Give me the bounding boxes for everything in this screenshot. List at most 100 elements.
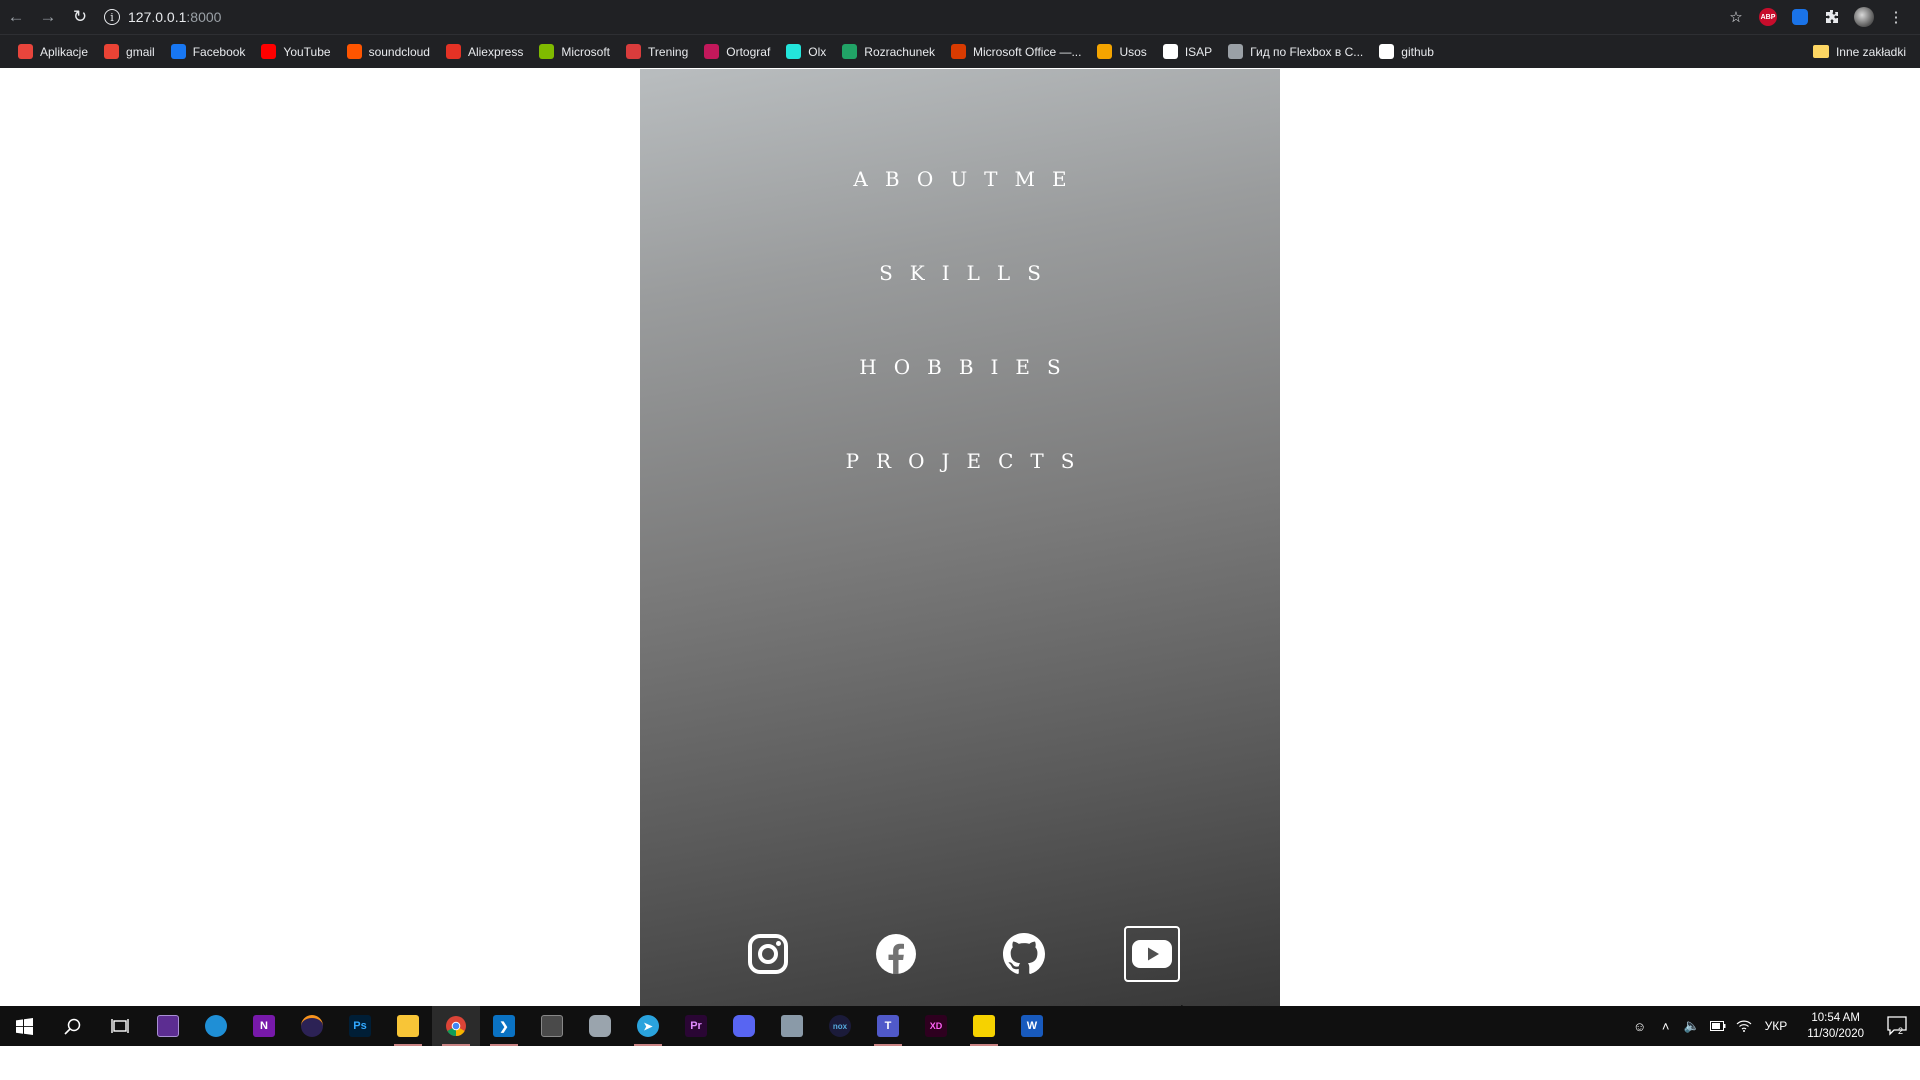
- taskbar-app-photoshop[interactable]: Ps: [336, 1006, 384, 1046]
- menu-item-skills[interactable]: SKILLS: [862, 251, 1058, 345]
- taskbar-app-word[interactable]: W: [1008, 1006, 1056, 1046]
- discord-icon: [733, 1015, 755, 1037]
- bookmark-favicon-icon: [842, 44, 858, 59]
- bookmark-item[interactable]: github: [1371, 38, 1442, 66]
- taskbar-app-vscode[interactable]: ❯: [480, 1006, 528, 1046]
- bookmark-favicon-icon: [104, 44, 120, 59]
- bookmark-star-icon[interactable]: ☆: [1720, 0, 1752, 34]
- menu-item-projects[interactable]: PROJECTS: [829, 439, 1092, 533]
- taskbar-app-file-explorer[interactable]: [384, 1006, 432, 1046]
- bookmark-item[interactable]: Aliexpress: [438, 38, 531, 66]
- site-info-icon[interactable]: i: [104, 9, 120, 25]
- portfolio-panel: ABOUTME SKILLS HOBBIES PROJECTS: [640, 69, 1280, 1006]
- taskbar-app-teams[interactable]: T: [864, 1006, 912, 1046]
- bookmark-item[interactable]: Гид по Flexbox в С...: [1220, 38, 1371, 66]
- taskbar-app-sticky-notes[interactable]: [960, 1006, 1008, 1046]
- database-icon: [589, 1015, 611, 1037]
- instagram-link[interactable]: [740, 926, 796, 982]
- windows-taskbar: N Ps ❯ ➤ Pr nox T XD W ☺ ˄ 🔈 УКР 10:54 A…: [0, 1006, 1920, 1046]
- start-button[interactable]: [0, 1006, 48, 1046]
- telegram-icon: ➤: [637, 1015, 659, 1037]
- profile-avatar[interactable]: [1848, 0, 1880, 34]
- url-host: 127.0.0.1: [128, 9, 187, 25]
- bookmark-item[interactable]: Rozrachunek: [834, 38, 943, 66]
- taskbar-app-snipping[interactable]: [768, 1006, 816, 1046]
- input-language[interactable]: УКР: [1757, 1019, 1796, 1033]
- bookmark-item[interactable]: Microsoft Office —...: [943, 38, 1089, 66]
- chevron-up-icon[interactable]: ˄: [1653, 1019, 1679, 1034]
- bookmark-favicon-icon: [626, 44, 642, 59]
- bookmark-label: Usos: [1119, 44, 1147, 59]
- github-icon: [1003, 933, 1045, 974]
- taskbar-app-edge[interactable]: [192, 1006, 240, 1046]
- github-link[interactable]: [996, 926, 1052, 982]
- chrome-menu-icon[interactable]: ⋮: [1880, 0, 1912, 34]
- bookmark-favicon-icon: [1379, 44, 1395, 59]
- youtube-icon: [1132, 940, 1172, 968]
- menu-item-aboutme[interactable]: ABOUTME: [836, 157, 1083, 251]
- bookmark-label: Trening: [648, 44, 689, 59]
- instagram-icon: [748, 934, 788, 974]
- task-view-button[interactable]: [96, 1006, 144, 1046]
- bookmark-favicon-icon: [18, 44, 33, 59]
- task-view-icon: [111, 1019, 129, 1033]
- menu-item-hobbies[interactable]: HOBBIES: [842, 345, 1077, 439]
- bookmark-item[interactable]: Aplikacje: [10, 38, 96, 66]
- taskbar-app-xd[interactable]: XD: [912, 1006, 960, 1046]
- address-bar[interactable]: i 127.0.0.1:8000: [104, 4, 221, 30]
- bookmark-label: Ortograf: [726, 44, 771, 59]
- reload-button[interactable]: ↻: [64, 0, 96, 34]
- bookmark-item[interactable]: YouTube: [253, 38, 338, 66]
- bookmark-label: Microsoft: [561, 44, 611, 59]
- forward-button[interactable]: →: [32, 0, 64, 34]
- taskbar-app-nox[interactable]: nox: [816, 1006, 864, 1046]
- browser-toolbar: ← → ↻ i 127.0.0.1:8000 ☆ ABP ⋮: [0, 0, 1920, 34]
- blue-extension-icon[interactable]: [1784, 0, 1816, 34]
- other-bookmarks-folder[interactable]: Inne zakładki: [1805, 38, 1920, 66]
- clock[interactable]: 10:54 AM 11/30/2020: [1795, 1010, 1876, 1042]
- bookmark-item[interactable]: Facebook: [163, 38, 254, 66]
- chrome-icon: [446, 1016, 466, 1037]
- battery-icon[interactable]: [1705, 1021, 1731, 1031]
- bookmark-label: Facebook: [192, 44, 246, 59]
- folder-icon: [1812, 45, 1829, 58]
- bookmark-favicon-icon: [170, 44, 186, 59]
- social-links: [640, 924, 1280, 984]
- taskbar-app-telegram[interactable]: ➤: [624, 1006, 672, 1046]
- taskbar-app-chrome[interactable]: [432, 1006, 480, 1046]
- bookmark-item[interactable]: Ortograf: [696, 38, 778, 66]
- action-center-button[interactable]: 2: [1876, 1006, 1920, 1046]
- search-button[interactable]: [48, 1006, 96, 1046]
- bookmark-item[interactable]: ISAP: [1155, 38, 1220, 66]
- visual-studio-icon: [157, 1015, 179, 1037]
- bookmark-item[interactable]: soundcloud: [339, 38, 438, 66]
- eclipse-icon: [301, 1015, 323, 1037]
- back-button[interactable]: ←: [0, 0, 32, 34]
- other-bookmarks-label: Inne zakładki: [1835, 44, 1906, 59]
- bookmark-item[interactable]: Usos: [1089, 38, 1154, 66]
- people-icon[interactable]: ☺: [1627, 1019, 1653, 1034]
- volume-icon[interactable]: 🔈: [1679, 1018, 1705, 1034]
- taskbar-app-discord[interactable]: [720, 1006, 768, 1046]
- bookmark-favicon-icon: [1228, 44, 1244, 59]
- taskbar-app-onenote[interactable]: N: [240, 1006, 288, 1046]
- teams-icon: T: [877, 1015, 899, 1037]
- wifi-icon[interactable]: [1731, 1020, 1757, 1032]
- taskbar-app-database[interactable]: [576, 1006, 624, 1046]
- notifications-icon: 2: [1887, 1016, 1907, 1036]
- adblock-extension-icon[interactable]: ABP: [1752, 0, 1784, 34]
- facebook-link[interactable]: [868, 926, 924, 982]
- extensions-puzzle-icon[interactable]: [1816, 0, 1848, 34]
- taskbar-app-premiere[interactable]: Pr: [672, 1006, 720, 1046]
- bookmark-item[interactable]: gmail: [96, 38, 163, 66]
- youtube-link[interactable]: [1124, 926, 1180, 982]
- taskbar-app-calculator[interactable]: [528, 1006, 576, 1046]
- bookmark-label: soundcloud: [368, 44, 430, 59]
- xd-icon: XD: [925, 1015, 947, 1037]
- taskbar-app-eclipse[interactable]: [288, 1006, 336, 1046]
- search-icon: [63, 1018, 80, 1035]
- taskbar-app-visual-studio[interactable]: [144, 1006, 192, 1046]
- bookmark-item[interactable]: Olx: [778, 38, 834, 66]
- bookmark-item[interactable]: Trening: [618, 38, 696, 66]
- bookmark-item[interactable]: Microsoft: [531, 38, 618, 66]
